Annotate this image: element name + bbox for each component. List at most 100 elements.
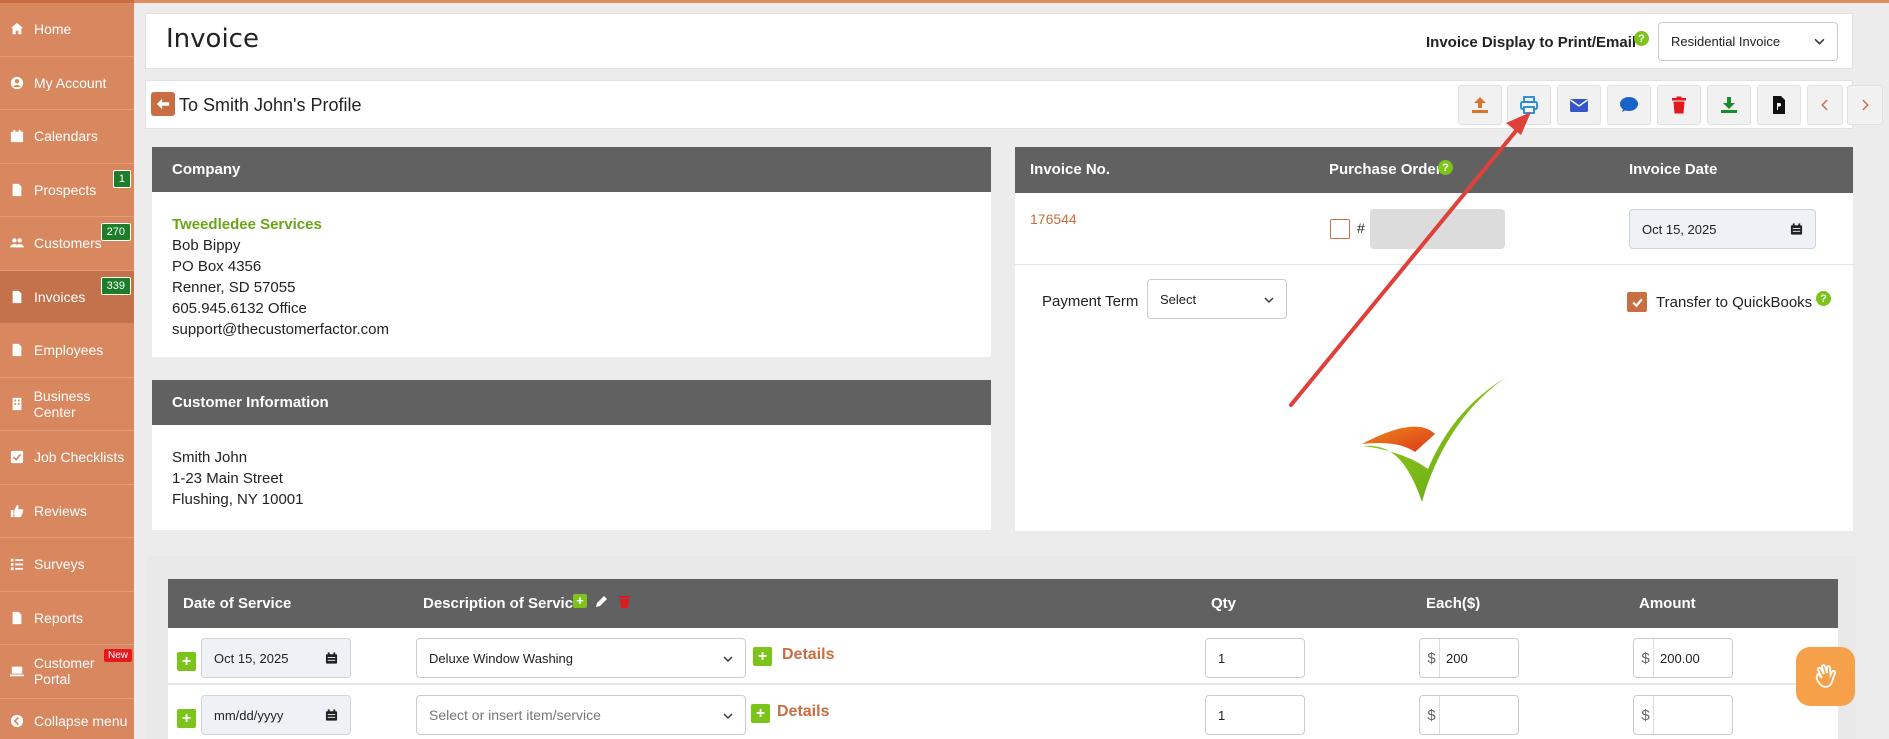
each-input[interactable]: $ 200 [1419,638,1519,678]
sidebar-item-employees[interactable]: Employees [0,324,134,378]
sidebar-item-job-checklists[interactable]: Job Checklists [0,431,134,485]
line-items-header: Date of Service Description of Service +… [168,579,1838,628]
chevron-down-icon [723,713,733,719]
sidebar-item-business-center[interactable]: Business Center [0,378,134,431]
delete-button[interactable] [1657,85,1701,125]
invoice-date-value: Oct 15, 2025 [1642,221,1717,237]
company-heading: Company [152,147,991,192]
sidebar-item-label: Reviews [34,502,87,519]
company-address-2: Renner, SD 57055 [172,279,296,296]
sidebar-item-customers[interactable]: Customers 270 [0,217,134,271]
building-icon [8,395,26,413]
prev-icon [1821,99,1828,111]
next-button[interactable] [1847,85,1883,125]
add-details-button[interactable]: + [751,704,770,723]
count-badge: 339 [100,276,131,295]
qty-header: Qty [1211,595,1237,612]
calendar-icon [1790,223,1803,235]
currency-symbol: $ [1641,649,1650,667]
invoice-number[interactable]: 176544 [1030,211,1077,227]
upload-icon [1472,97,1488,113]
comment-button[interactable] [1607,85,1651,125]
help-icon[interactable]: ? [1634,31,1649,46]
service-date-value: Oct 15, 2025 [214,650,289,666]
email-button[interactable] [1557,85,1601,125]
add-row-button[interactable]: + [177,652,196,671]
envelope-icon [1570,99,1588,112]
users-icon [8,234,26,252]
qty-input[interactable]: 1 [1205,638,1305,678]
service-placeholder: Select or insert item/service [429,707,601,723]
user-circle-icon [8,74,26,92]
details-link[interactable]: Details [777,703,829,721]
print-button[interactable] [1507,85,1551,125]
sidebar-item-label: Invoices [34,288,86,305]
sidebar-item-label: Calendars [34,128,98,145]
purchase-order-input[interactable] [1370,209,1505,249]
each-input[interactable]: $ [1419,695,1519,735]
service-date-input[interactable]: mm/dd/yyyy [201,695,351,735]
amount-header: Amount [1639,595,1696,612]
purchase-order-label: Purchase Order [1329,161,1442,178]
count-badge: 270 [100,223,131,241]
details-link[interactable]: Details [782,646,834,664]
laptop-icon [8,662,26,680]
add-service-icon[interactable]: + [573,594,587,608]
qty-input[interactable]: 1 [1205,695,1305,735]
amount-input[interactable]: $ [1633,695,1733,735]
invoice-date-input[interactable]: Oct 15, 2025 [1629,209,1816,249]
sidebar-item-label: Prospects [34,181,97,198]
new-badge: New [103,649,132,662]
chevron-down-icon [723,656,733,662]
service-select[interactable]: Deluxe Window Washing [416,638,746,678]
help-icon[interactable]: ? [1816,291,1831,306]
sidebar-item-reviews[interactable]: Reviews [0,485,134,538]
file-icon [8,341,26,359]
purchase-order-checkbox[interactable] [1330,219,1350,239]
company-name: Tweedledee Services [172,216,322,233]
sidebar-item-label: Home [34,21,72,38]
invoice-toolbar: To Smith John's Profile [145,80,1883,129]
download-button[interactable] [1707,85,1751,125]
customer-panel: Customer Information Smith John 1-23 Mai… [152,380,991,530]
collapse-icon [8,712,26,730]
profile-link[interactable]: To Smith John's Profile [179,95,362,116]
sidebar-item-calendars[interactable]: Calendars [0,110,134,164]
pdf-button[interactable] [1757,85,1801,125]
service-date-input[interactable]: Oct 15, 2025 [201,638,351,678]
sidebar-item-invoices[interactable]: Invoices 339 [0,270,134,324]
service-select[interactable]: Select or insert item/service [416,695,746,735]
sidebar-item-customer-portal[interactable]: Customer Portal New [0,645,134,699]
edit-icon[interactable] [594,594,609,609]
previous-button[interactable] [1807,85,1843,125]
invoice-meta-panel: Invoice No. Purchase Order ? Invoice Dat… [1015,147,1853,356]
sidebar-item-my-account[interactable]: My Account [0,57,134,110]
company-email: support@thecustomerfactor.com [172,321,389,338]
customer-heading: Customer Information [152,380,991,425]
quickbooks-checkbox[interactable] [1627,292,1647,312]
payment-term-select[interactable]: Select [1147,279,1287,319]
upload-button[interactable] [1458,85,1502,125]
back-button[interactable] [151,92,175,116]
add-row-button[interactable]: + [177,709,196,728]
help-icon[interactable]: ? [1438,160,1453,175]
print-icon [1520,96,1538,114]
sidebar-item-reports[interactable]: Reports [0,592,134,645]
sidebar-item-surveys[interactable]: Surveys [0,538,134,592]
sidebar-item-label: Employees [34,342,104,359]
invoice-date-label: Invoice Date [1629,161,1718,178]
file-icon [8,288,26,306]
invoice-display-select[interactable]: Residential Invoice [1658,22,1838,61]
checkbox-icon [8,448,26,466]
each-header: Each($) [1426,595,1481,612]
add-details-button[interactable]: + [753,647,772,666]
trash-icon[interactable] [618,594,631,609]
collapse-menu-button[interactable]: Collapse menu [0,703,134,739]
sidebar-item-home[interactable]: Home [0,3,134,57]
chat-widget-button[interactable] [1796,647,1855,706]
sidebar-item-prospects[interactable]: Prospects 1 [0,164,134,217]
each-value [1439,696,1518,734]
invoice-no-label: Invoice No. [1030,161,1111,178]
chevron-down-icon [1814,38,1825,45]
amount-input[interactable]: $ 200.00 [1633,638,1733,678]
